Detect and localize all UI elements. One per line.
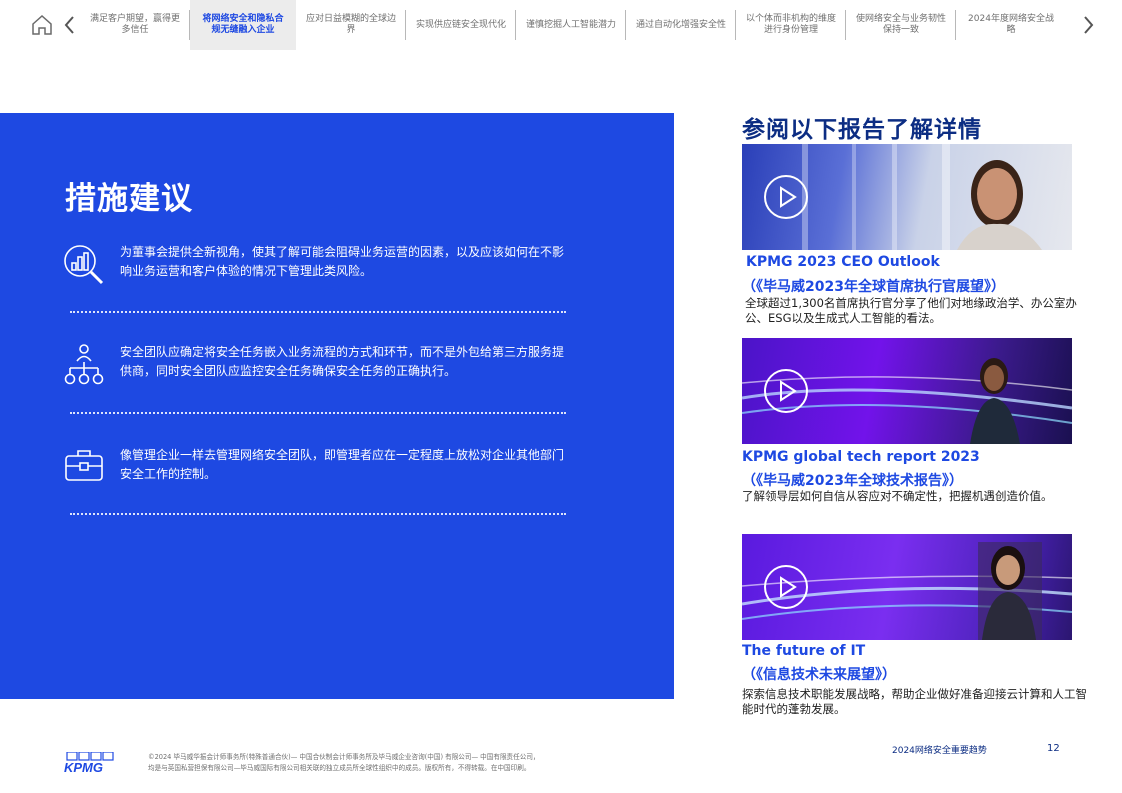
card-description: 了解领导层如何自信从容应对不确定性，把握机遇创造价值。 [742,489,1053,503]
card-description: 全球超过1,300名首席执行官分享了他们对地缘政治学、办公室办公、ESG以及生成… [745,296,1077,325]
play-button[interactable] [764,565,808,609]
kpmg-logo: KPMG [64,751,116,775]
tab-resilience[interactable]: 使网络安全与业务韧性保持一致 [846,0,956,50]
panel-title: 措施建议 [65,181,193,217]
card-title[interactable]: KPMG global tech report 2023 [742,449,980,465]
card-subtitle[interactable]: （《毕马威2023年全球技术报告》） [742,470,963,490]
page-number: 12 [1047,743,1060,754]
chevron-left-icon[interactable] [62,14,76,36]
play-button[interactable] [764,369,808,413]
copyright-notice: ©2024 毕马威华振会计师事务所(特殊普通合伙)— 中国合伙制会计师事务所及毕… [148,752,618,774]
copyright-line: ©2024 毕马威华振会计师事务所(特殊普通合伙)— 中国合伙制会计师事务所及毕… [148,753,540,761]
dotted-divider [70,513,566,515]
ceo-outlook-video-thumbnail[interactable] [742,144,1072,250]
card-subtitle[interactable]: （《信息技术未来展望》） [742,664,896,684]
dotted-divider [70,311,566,313]
play-icon [780,576,797,598]
tab-automation[interactable]: 通过自动化增强安全性 [626,0,736,50]
recommendation-text: 为董事会提供全新视角，使其了解可能会阻碍业务运营的因素，以及应该如何在不影响业务… [120,245,565,278]
dotted-divider [70,412,566,414]
side-heading: 参阅以下报告了解详情 [742,117,982,143]
svg-text:KPMG: KPMG [64,760,103,774]
tab-identity[interactable]: 以个体而非机构的维度进行身份管理 [736,0,846,50]
future-of-it-video-thumbnail[interactable] [742,534,1072,640]
report-title: 2024网络安全重要趋势 [892,746,987,756]
card-description: 探索信息技术职能发展战略，帮助企业做好准备迎接云计算和人工智能时代的蓬勃发展。 [742,687,1087,716]
top-navigation: 满足客户期望，赢得更多信任 将网络安全和隐私合规无缝融入企业 应对日益模糊的全球… [0,0,1122,50]
chevron-right-icon[interactable] [1082,14,1096,36]
recommendations-panel: 措施建议 为董事会提供全新视角，使其了解可能会阻碍业务运营的因素，以及应该如何在… [0,113,674,699]
play-icon [780,380,797,402]
card-subtitle[interactable]: （《毕马威2023年全球首席执行官展望》） [742,276,1005,296]
copyright-line: 均是与英国私营担保有限公司—毕马威国际有限公司相关联的独立成员所全球性组织中的成… [148,764,531,772]
tech-report-video-thumbnail[interactable] [742,338,1072,444]
play-icon [780,186,797,208]
tab-supply-chain[interactable]: 实现供应链安全现代化 [406,0,516,50]
tab-global-borders[interactable]: 应对日益模糊的全球边界 [296,0,406,50]
tab-customer-trust[interactable]: 满足客户期望，赢得更多信任 [80,0,190,50]
tab-strategy-2024[interactable]: 2024年度网络安全战略 [956,0,1066,50]
recommendation-text: 像管理企业一样去管理网络安全团队，即管理者应在一定程度上放松对企业其他部门安全工… [120,448,565,481]
card-title[interactable]: The future of IT [742,643,865,659]
recommendation-text: 安全团队应确定将安全任务嵌入业务流程的方式和环节，而不是外包给第三方服务提供商，… [120,345,565,378]
org-chart-icon [64,344,104,385]
briefcase-icon [65,450,103,481]
home-icon[interactable] [30,13,54,37]
analytics-magnifier-icon [64,245,104,285]
card-title[interactable]: KPMG 2023 CEO Outlook [746,254,940,270]
tab-ai-potential[interactable]: 谨慎挖掘人工智能潜力 [516,0,626,50]
tab-security-privacy[interactable]: 将网络安全和隐私合规无缝融入企业 [190,0,296,50]
play-button[interactable] [764,175,808,219]
section-tabs: 满足客户期望，赢得更多信任 将网络安全和隐私合规无缝融入企业 应对日益模糊的全球… [80,0,1080,50]
